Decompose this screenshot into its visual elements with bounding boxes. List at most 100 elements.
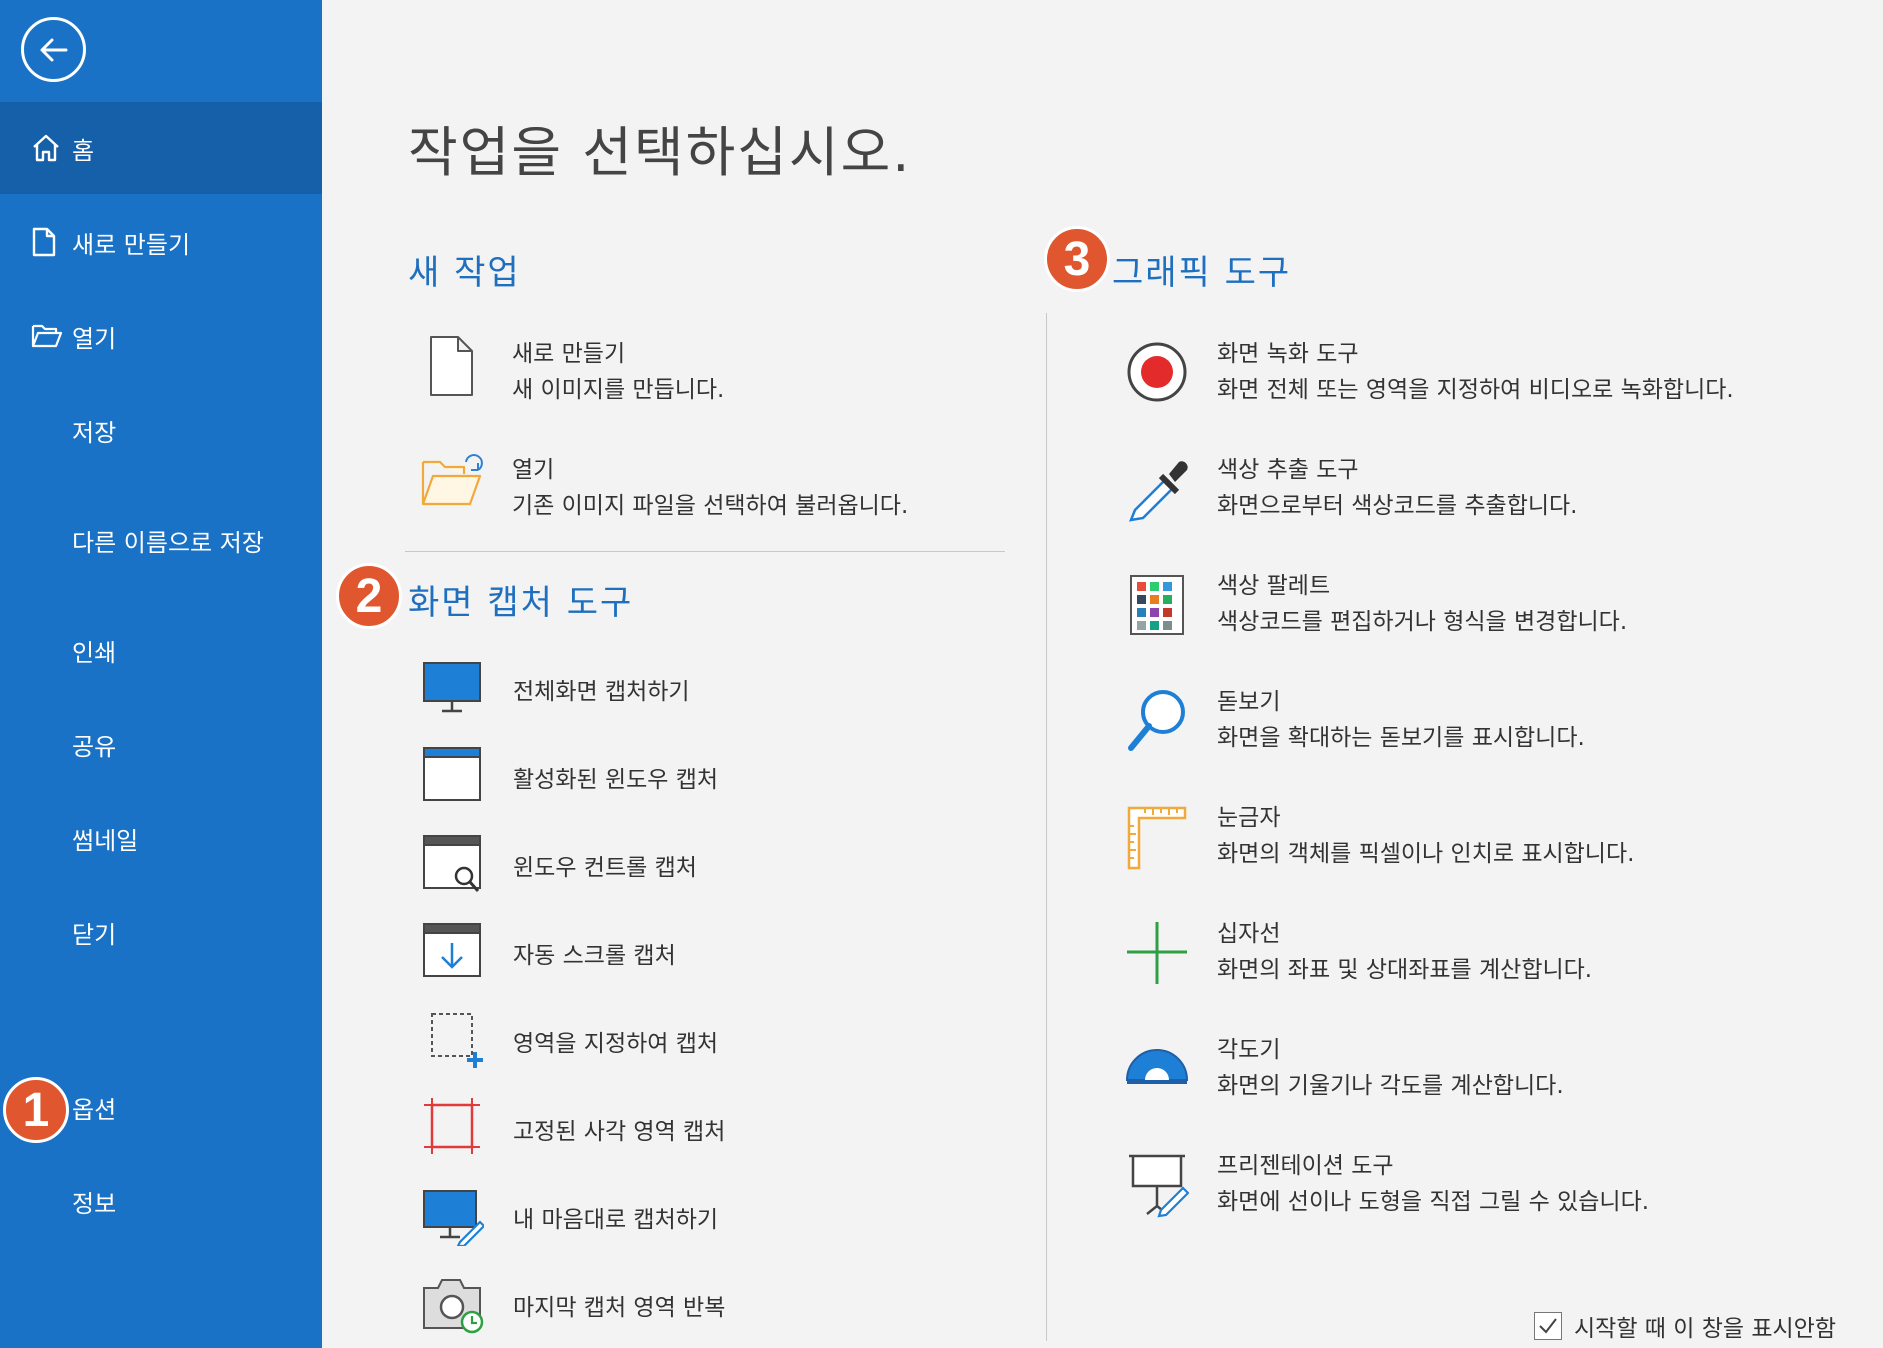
protractor-icon bbox=[1125, 1049, 1189, 1084]
tool-title: 각도기 bbox=[1217, 1037, 1281, 1063]
tool-desc: 색상코드를 편집하거나 형식을 변경합니다. bbox=[1217, 609, 1628, 635]
scroll-down-icon bbox=[423, 923, 481, 977]
tool-title: 프리젠테이션 도구 bbox=[1217, 1153, 1394, 1179]
capture-freehand[interactable]: 내 마음대로 캡처하기 bbox=[420, 1186, 920, 1246]
tool-desc: 화면을 확대하는 돋보기를 표시합니다. bbox=[1217, 725, 1585, 751]
sidebar-item-label: 새로 만들기 bbox=[72, 230, 191, 259]
capture-label: 자동 스크롤 캡처 bbox=[513, 943, 676, 969]
startup-option[interactable]: 시작할 때 이 창을 표시안함 bbox=[1534, 1310, 1836, 1342]
sidebar-item-save-as[interactable]: 다른 이름으로 저장 bbox=[0, 494, 322, 586]
sidebar-item-label: 다른 이름으로 저장 bbox=[72, 528, 264, 557]
tool-screen-recorder[interactable]: 화면 녹화 도구 화면 전체 또는 영역을 지정하여 비디오로 녹화합니다. bbox=[1125, 334, 1825, 424]
sidebar-item-label: 열기 bbox=[72, 324, 117, 353]
tool-protractor[interactable]: 각도기 화면의 기울기나 각도를 계산합니다. bbox=[1125, 1030, 1825, 1120]
tool-color-palette[interactable]: 색상 팔레트 색상코드를 편집하거나 형식을 변경합니다. bbox=[1125, 566, 1825, 656]
page-title: 작업을 선택하십시오. bbox=[408, 121, 912, 184]
fixed-rect-icon bbox=[424, 1098, 480, 1154]
sidebar-item-label: 공유 bbox=[72, 732, 117, 761]
tool-magnifier[interactable]: 돋보기 화면을 확대하는 돋보기를 표시합니다. bbox=[1125, 682, 1825, 772]
sidebar-item-label: 닫기 bbox=[72, 920, 117, 949]
capture-fixed-rect[interactable]: 고정된 사각 영역 캡처 bbox=[420, 1098, 920, 1158]
item-title: 열기 bbox=[512, 457, 555, 483]
new-document-item[interactable]: 새로 만들기 새 이미지를 만듭니다. bbox=[420, 334, 1020, 414]
back-button[interactable] bbox=[21, 17, 86, 82]
capture-window-control[interactable]: 윈도우 컨트롤 캡처 bbox=[420, 834, 920, 894]
window-search-icon bbox=[423, 835, 481, 892]
sidebar-item-label: 저장 bbox=[72, 418, 117, 447]
tool-title: 색상 팔레트 bbox=[1217, 573, 1331, 599]
new-document-icon bbox=[430, 336, 473, 396]
palette-icon bbox=[1130, 575, 1184, 635]
magnifier-icon bbox=[1128, 690, 1185, 751]
tool-desc: 화면의 기울기나 각도를 계산합니다. bbox=[1217, 1073, 1564, 1099]
camera-repeat-icon bbox=[423, 1279, 484, 1334]
freehand-icon bbox=[423, 1190, 484, 1246]
capture-label: 전체화면 캡처하기 bbox=[513, 679, 690, 705]
capture-fullscreen[interactable]: 전체화면 캡처하기 bbox=[420, 658, 920, 718]
sidebar-item-share[interactable]: 공유 bbox=[0, 698, 322, 790]
home-icon bbox=[33, 134, 59, 162]
sidebar-item-label: 인쇄 bbox=[72, 638, 117, 667]
open-folder-icon bbox=[31, 324, 63, 348]
check-icon bbox=[1539, 1318, 1557, 1334]
capture-repeat-last[interactable]: 마지막 캡처 영역 반복 bbox=[420, 1274, 920, 1334]
tool-ruler[interactable]: 눈금자 화면의 객체를 픽셀이나 인치로 표시합니다. bbox=[1125, 798, 1825, 888]
sidebar-item-thumbnail[interactable]: 썸네일 bbox=[0, 792, 322, 884]
tool-title: 십자선 bbox=[1217, 921, 1281, 947]
tool-desc: 화면에 선이나 도형을 직접 그릴 수 있습니다. bbox=[1217, 1189, 1650, 1215]
region-select-icon bbox=[431, 1013, 483, 1068]
sidebar-item-close[interactable]: 닫기 bbox=[0, 886, 322, 978]
sidebar-item-open[interactable]: 열기 bbox=[0, 290, 322, 382]
tool-desc: 화면 전체 또는 영역을 지정하여 비디오로 녹화합니다. bbox=[1217, 377, 1734, 403]
capture-label: 활성화된 윈도우 캡처 bbox=[513, 767, 719, 793]
capture-label: 마지막 캡처 영역 반복 bbox=[513, 1295, 726, 1321]
capture-region[interactable]: 영역을 지정하여 캡처 bbox=[420, 1010, 920, 1070]
sidebar-item-home[interactable]: 홈 bbox=[0, 102, 322, 194]
capture-label: 고정된 사각 영역 캡처 bbox=[513, 1119, 726, 1145]
capture-active-window[interactable]: 활성화된 윈도우 캡처 bbox=[420, 746, 920, 806]
new-file-icon bbox=[32, 227, 56, 257]
sidebar-item-label: 홈 bbox=[72, 136, 95, 165]
tool-title: 색상 추출 도구 bbox=[1217, 457, 1359, 483]
record-icon bbox=[1127, 342, 1187, 402]
monitor-icon bbox=[423, 662, 481, 713]
item-title: 새로 만들기 bbox=[512, 341, 626, 367]
sidebar: 홈 새로 만들기 열기 저장 다른 이름으로 저장 인쇄 공유 썸네일 닫기 옵… bbox=[0, 0, 322, 1348]
sidebar-item-label: 정보 bbox=[72, 1189, 117, 1218]
section-title-new-task: 새 작업 bbox=[408, 253, 521, 293]
capture-auto-scroll[interactable]: 자동 스크롤 캡처 bbox=[420, 922, 920, 982]
sidebar-item-new[interactable]: 새로 만들기 bbox=[0, 196, 322, 288]
tool-title: 눈금자 bbox=[1217, 805, 1281, 831]
callout-badge-1: 1 bbox=[3, 1077, 69, 1143]
tool-desc: 화면의 객체를 픽셀이나 인치로 표시합니다. bbox=[1217, 841, 1635, 867]
tool-crosshair[interactable]: 십자선 화면의 좌표 및 상대좌표를 계산합니다. bbox=[1125, 914, 1825, 1004]
item-desc: 기존 이미지 파일을 선택하여 불러옵니다. bbox=[512, 493, 909, 519]
tool-desc: 화면의 좌표 및 상대좌표를 계산합니다. bbox=[1217, 957, 1593, 983]
column-divider bbox=[1046, 313, 1047, 1341]
tool-desc: 화면으로부터 색상코드를 추출합니다. bbox=[1217, 493, 1578, 519]
capture-label: 내 마음대로 캡처하기 bbox=[513, 1207, 719, 1233]
sidebar-item-label: 옵션 bbox=[72, 1095, 117, 1124]
window-icon bbox=[423, 747, 481, 801]
dont-show-checkbox[interactable] bbox=[1534, 1312, 1562, 1340]
capture-label: 윈도우 컨트롤 캡처 bbox=[513, 855, 697, 881]
back-arrow-icon bbox=[40, 38, 68, 62]
callout-badge-3: 3 bbox=[1044, 226, 1110, 292]
presentation-icon bbox=[1129, 1154, 1189, 1218]
open-file-item[interactable]: 열기 기존 이미지 파일을 선택하여 불러옵니다. bbox=[420, 450, 1020, 530]
sidebar-item-save[interactable]: 저장 bbox=[0, 384, 322, 476]
item-desc: 새 이미지를 만듭니다. bbox=[512, 377, 725, 403]
tool-color-picker[interactable]: 색상 추출 도구 화면으로부터 색상코드를 추출합니다. bbox=[1125, 450, 1825, 540]
sidebar-item-print[interactable]: 인쇄 bbox=[0, 604, 322, 696]
tool-title: 돋보기 bbox=[1217, 689, 1281, 715]
sidebar-item-info[interactable]: 정보 bbox=[0, 1155, 322, 1247]
section-title-capture: 화면 캡처 도구 bbox=[408, 583, 634, 623]
section-title-graphic: 그래픽 도구 bbox=[1112, 253, 1292, 293]
ruler-icon bbox=[1127, 806, 1187, 870]
tool-presentation[interactable]: 프리젠테이션 도구 화면에 선이나 도형을 직접 그릴 수 있습니다. bbox=[1125, 1146, 1825, 1236]
capture-label: 영역을 지정하여 캡처 bbox=[513, 1031, 719, 1057]
divider bbox=[405, 551, 1005, 552]
open-folder-icon bbox=[421, 454, 483, 506]
callout-badge-2: 2 bbox=[336, 563, 402, 629]
crosshair-icon bbox=[1127, 922, 1187, 984]
